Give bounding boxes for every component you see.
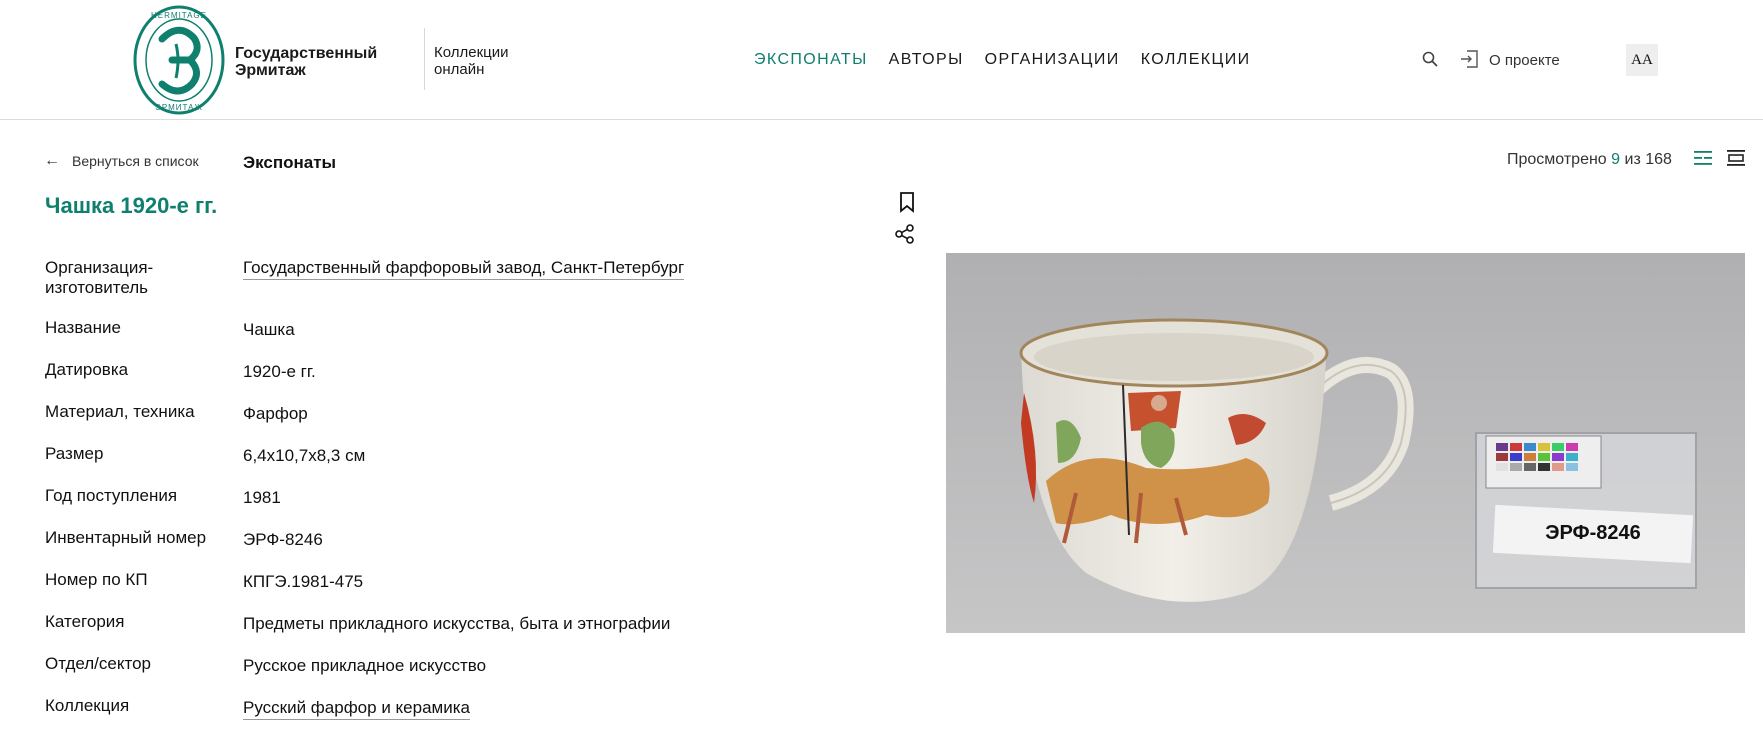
detail-label: Материал, техника xyxy=(45,402,195,421)
breadcrumb[interactable]: Экспонаты xyxy=(243,153,336,173)
detail-view-icon[interactable] xyxy=(1726,149,1746,167)
main-nav: ЭКСПОНАТЫ АВТОРЫ ОРГАНИЗАЦИИ КОЛЛЕКЦИИ xyxy=(754,51,1272,69)
viewed-current: 9 xyxy=(1611,151,1621,168)
detail-label: Коллекция xyxy=(45,696,130,715)
svg-text:ЭРМИТАЖ: ЭРМИТАЖ xyxy=(155,103,203,112)
brand-line-2: Эрмитаж xyxy=(235,62,306,79)
detail-label: Категория xyxy=(45,612,125,631)
nav-collections[interactable]: КОЛЛЕКЦИИ xyxy=(1141,51,1251,69)
login-icon[interactable] xyxy=(1459,49,1479,69)
viewed-counter: Просмотрено 9 из 168 xyxy=(1507,151,1672,169)
list-view-icon[interactable] xyxy=(1693,149,1713,167)
bookmark-icon[interactable] xyxy=(897,191,917,213)
detail-value: Чашка xyxy=(243,320,295,339)
about-link[interactable]: О проекте xyxy=(1489,52,1560,69)
collections-line-2: онлайн xyxy=(434,61,485,78)
brand-line-1: Государственный xyxy=(235,45,378,62)
exhibit-photo[interactable]: ЭРФ-8246 xyxy=(946,253,1745,633)
detail-value: ЭРФ-8246 xyxy=(243,530,323,549)
detail-label: Отдел/сектор xyxy=(45,654,151,673)
header-divider xyxy=(424,28,425,90)
detail-label: Размер xyxy=(45,444,104,463)
nav-exhibits[interactable]: ЭКСПОНАТЫ xyxy=(754,51,868,69)
viewed-mid: из xyxy=(1624,151,1641,168)
search-icon[interactable] xyxy=(1422,51,1438,67)
detail-value: 1981 xyxy=(243,488,281,507)
share-icon[interactable] xyxy=(894,223,916,245)
detail-label: Номер по КП xyxy=(45,570,148,589)
site-header: HERMITAGE ЭРМИТАЖ Государственный Эрмита… xyxy=(0,0,1763,120)
detail-value: Русское прикладное искусство xyxy=(243,656,487,675)
collections-line-1: Коллекции xyxy=(434,44,509,61)
detail-value-link[interactable]: Государственный фарфоровый завод, Санкт-… xyxy=(243,258,685,280)
back-label: Вернуться в список xyxy=(72,153,199,169)
back-to-list-link[interactable]: ← Вернуться в список xyxy=(44,152,199,170)
detail-label: Датировка xyxy=(45,360,129,379)
svg-text:HERMITAGE: HERMITAGE xyxy=(151,11,207,20)
detail-value: Фарфор xyxy=(243,404,308,423)
font-size-button[interactable]: AA xyxy=(1626,44,1658,76)
detail-value: КПГЭ.1981-475 xyxy=(243,572,364,591)
viewed-prefix: Просмотрено xyxy=(1507,151,1607,168)
detail-value: 1920-е гг. xyxy=(243,362,316,381)
arrow-left-icon: ← xyxy=(44,152,60,169)
nav-organizations[interactable]: ОРГАНИЗАЦИИ xyxy=(985,51,1120,69)
detail-value: 6,4x10,7x8,3 см xyxy=(243,446,366,465)
detail-label: Инвентарный номер xyxy=(45,528,207,547)
collections-online-label[interactable]: Коллекции онлайн xyxy=(434,44,509,78)
brand-name[interactable]: Государственный Эрмитаж xyxy=(235,45,377,79)
viewed-total: 168 xyxy=(1645,151,1672,168)
detail-label: Год поступления xyxy=(45,486,178,505)
hermitage-logo[interactable]: HERMITAGE ЭРМИТАЖ xyxy=(132,4,226,116)
nav-authors[interactable]: АВТОРЫ xyxy=(889,51,964,69)
detail-label: Организация-изготовитель xyxy=(45,258,154,297)
detail-value: Предметы прикладного искусства, быта и э… xyxy=(243,614,671,633)
photo-inventory-label: ЭРФ-8246 xyxy=(1545,522,1641,544)
page-title: Чашка 1920-е гг. xyxy=(45,193,218,218)
detail-label: Название xyxy=(45,318,121,337)
detail-value-link[interactable]: Русский фарфор и керамика xyxy=(243,698,470,720)
